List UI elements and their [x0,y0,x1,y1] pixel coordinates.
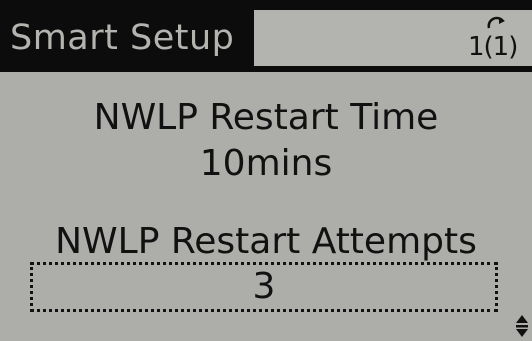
up-down-arrow-icon [516,315,528,337]
param-value-restart-time: 10mins [199,143,333,184]
header-bar: Smart Setup 1(1) [0,0,532,72]
param-label-restart-attempts: NWLP Restart Attempts [55,221,477,262]
home-arrow-icon [487,16,505,29]
menu-indicator: 1(1) [468,14,526,64]
param-value-restart-attempts: 3 [252,266,276,307]
param-value-restart-attempts-field[interactable]: 3 [30,262,498,312]
menu-number: 1(1) [468,32,518,62]
header-status-area: 1(1) [254,10,532,66]
lcd-display: Smart Setup 1(1) NWLP Restart Time 10min… [0,0,532,341]
screen-title: Smart Setup [0,10,248,66]
param-label-restart-time: NWLP Restart Time [93,97,439,138]
